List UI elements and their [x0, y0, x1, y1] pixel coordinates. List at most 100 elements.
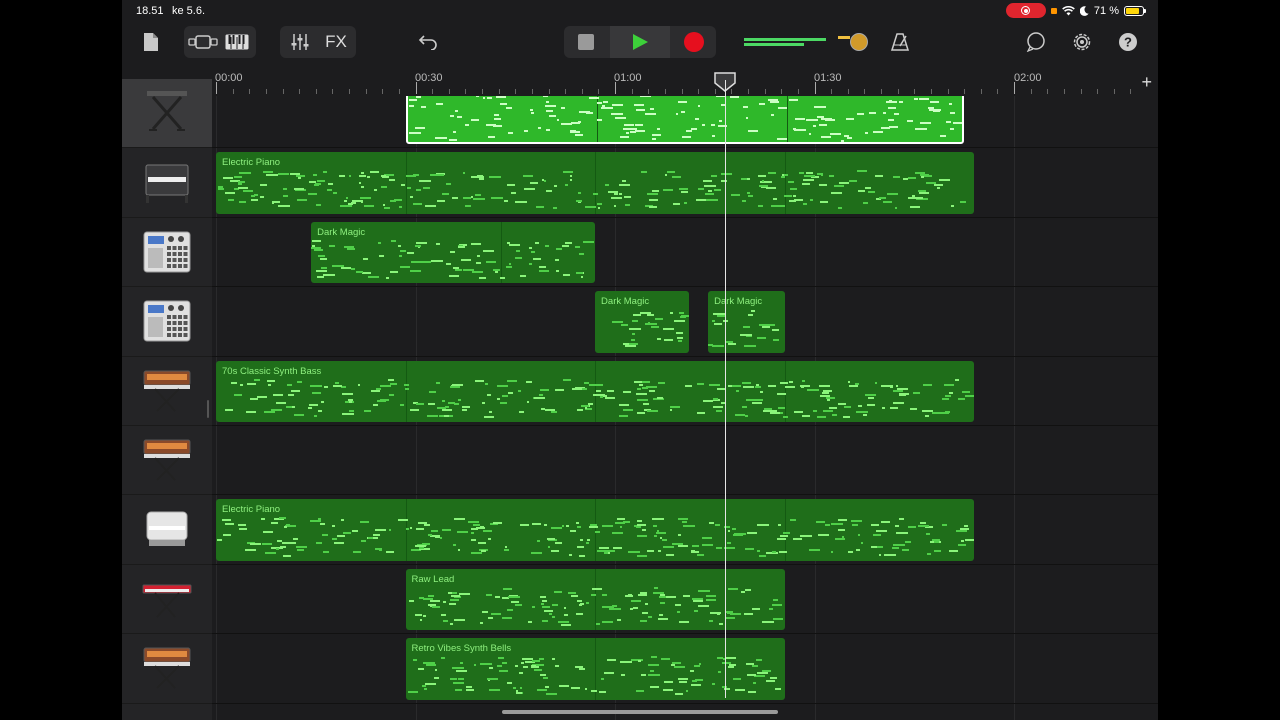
- track-header-synth-bells[interactable]: [122, 634, 212, 704]
- region[interactable]: Dark Magic: [595, 291, 690, 353]
- midi-note: [360, 540, 367, 543]
- midi-note: [539, 595, 547, 598]
- master-volume-knob[interactable]: [850, 33, 868, 51]
- track-header-synth-empty[interactable]: [122, 426, 212, 496]
- midi-note: [545, 408, 556, 411]
- document-icon[interactable]: [140, 26, 162, 58]
- midi-note: [540, 388, 550, 391]
- midi-note: [818, 534, 830, 537]
- add-section-button[interactable]: +: [1141, 73, 1152, 91]
- midi-note: [845, 118, 854, 121]
- mixer-icon[interactable]: [282, 33, 318, 51]
- midi-note: [828, 406, 838, 409]
- midi-note: [708, 619, 713, 622]
- midi-note: [892, 547, 900, 550]
- midi-note: [641, 674, 647, 677]
- midi-note: [926, 553, 932, 556]
- metronome-icon[interactable]: [888, 26, 912, 58]
- midi-note: [889, 386, 893, 389]
- resize-handle[interactable]: [207, 400, 209, 418]
- region[interactable]: 70s Classic Synth Bass: [216, 360, 975, 422]
- midi-note: [683, 524, 696, 527]
- midi-note: [591, 594, 596, 597]
- midi-note: [617, 619, 621, 622]
- midi-note: [427, 594, 435, 597]
- midi-note: [950, 111, 955, 114]
- midi-note: [318, 254, 326, 257]
- region[interactable]: [405, 96, 965, 145]
- midi-note: [602, 394, 608, 397]
- midi-note: [554, 184, 557, 187]
- midi-note: [841, 536, 845, 539]
- midi-note: [812, 409, 817, 412]
- midi-note: [771, 551, 777, 554]
- help-icon[interactable]: ?: [1116, 26, 1140, 58]
- region[interactable]: Retro Vibes Synth Bells: [405, 638, 785, 700]
- midi-note: [756, 659, 763, 662]
- midi-note: [415, 96, 421, 98]
- midi-note: [449, 678, 457, 681]
- ruler-tick: [864, 89, 866, 94]
- track-header-electric-piano-1[interactable]: [122, 148, 212, 218]
- midi-note: [650, 326, 660, 329]
- midi-note: [949, 128, 954, 131]
- midi-note: [637, 412, 645, 415]
- region[interactable]: Dark Magic: [708, 291, 785, 353]
- midi-note: [638, 594, 648, 597]
- midi-note: [311, 391, 322, 394]
- tracks-view-icon[interactable]: [186, 35, 220, 49]
- midi-note: [457, 678, 464, 681]
- midi-note: [489, 176, 502, 179]
- region[interactable]: Raw Lead: [405, 568, 785, 631]
- midi-note: [545, 129, 551, 132]
- midi-note: [563, 379, 572, 382]
- region[interactable]: Electric Piano: [216, 499, 975, 561]
- midi-note: [793, 128, 797, 131]
- undo-icon[interactable]: [416, 26, 440, 58]
- midi-note: [412, 173, 419, 176]
- timeline-ruler[interactable]: 00:00 00:30 01:00 01:30 02:00 +: [212, 70, 1158, 96]
- region[interactable]: Dark Magic: [311, 221, 596, 284]
- midi-note: [745, 116, 749, 119]
- track-header-synth-bass[interactable]: [122, 357, 212, 426]
- midi-note: [742, 386, 754, 389]
- midi-note: [902, 177, 908, 180]
- track-header-drum-machine-1[interactable]: [122, 218, 212, 288]
- midi-note: [461, 258, 472, 261]
- tracks-area[interactable]: Electric Piano Dark Magic Dark Magic Dark M…: [212, 96, 1158, 720]
- record-button[interactable]: [678, 26, 710, 58]
- stop-button[interactable]: [572, 26, 600, 58]
- settings-icon[interactable]: [1070, 26, 1094, 58]
- midi-note: [806, 119, 818, 122]
- midi-note: [216, 539, 223, 542]
- midi-note: [340, 205, 352, 208]
- midi-note: [342, 532, 351, 535]
- region[interactable]: Electric Piano: [216, 152, 975, 214]
- midi-note: [765, 186, 776, 189]
- midi-note: [872, 130, 883, 133]
- track-header-raw-lead[interactable]: [122, 565, 212, 635]
- track-header-keyboard-stand[interactable]: [122, 79, 212, 149]
- midi-note: [477, 542, 487, 545]
- midi-note: [359, 196, 371, 199]
- midi-note: [682, 520, 687, 523]
- midi-note: [576, 521, 579, 524]
- midi-note: [423, 524, 431, 526]
- svg-text:?: ?: [1124, 35, 1132, 50]
- loop-icon[interactable]: [1024, 26, 1048, 58]
- midi-note: [646, 549, 654, 552]
- track-header-electric-piano-2[interactable]: [122, 495, 212, 565]
- midi-note: [559, 684, 570, 687]
- midi-note: [633, 606, 639, 609]
- fx-button[interactable]: FX: [318, 32, 354, 52]
- midi-note: [602, 525, 613, 528]
- midi-note: [323, 385, 329, 388]
- midi-note: [536, 205, 545, 208]
- midi-note: [918, 192, 929, 195]
- midi-note: [893, 175, 900, 178]
- midi-note: [902, 549, 910, 552]
- play-button[interactable]: [610, 26, 670, 58]
- midi-note: [612, 321, 624, 324]
- track-header-drum-machine-2[interactable]: [122, 287, 212, 357]
- keyboard-icon[interactable]: [220, 34, 254, 50]
